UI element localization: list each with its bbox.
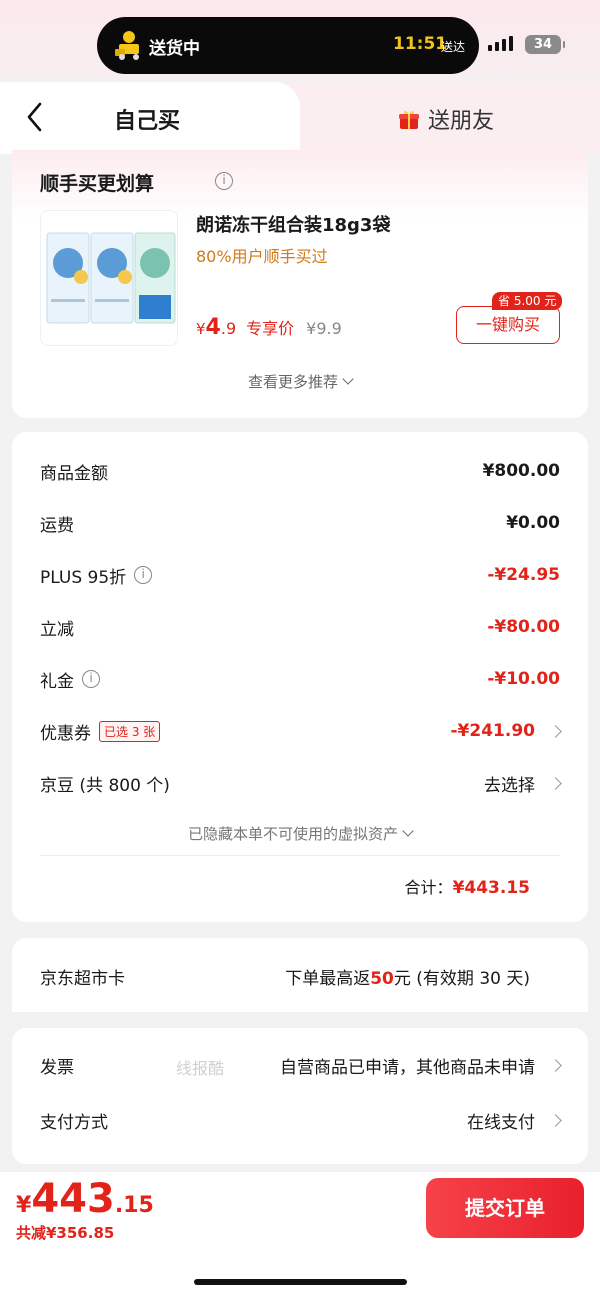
product-image[interactable] [40, 210, 178, 346]
gift-icon [399, 110, 419, 129]
product-bags-illustration [46, 232, 176, 324]
row-label: 优惠券 [40, 723, 91, 744]
total-amount: ¥443.15 [452, 878, 530, 898]
info-icon[interactable]: i [82, 670, 100, 688]
row-label: 商品金额 [40, 463, 108, 484]
exclusive-price-tag: 专享价 [246, 319, 295, 338]
delivery-status-text: 送货中 [149, 39, 200, 59]
price-currency: ¥ [196, 320, 206, 338]
one-click-buy-button[interactable]: 一键购买 [456, 306, 560, 344]
order-total: 合计：¥443.15 [405, 874, 530, 898]
hidden-assets-label: 已隐藏本单不可使用的虚拟资产 [187, 825, 398, 843]
original-price: ¥9.9 [306, 319, 342, 338]
chevron-right-icon [549, 776, 562, 790]
submit-order-button[interactable]: 提交订单 [426, 1178, 584, 1238]
total-savings: 共减¥356.85 [16, 1224, 115, 1242]
info-icon[interactable]: i [134, 566, 153, 584]
row-label: 立减 [40, 619, 74, 640]
dynamic-island[interactable]: 送货中 11:51 送达 [97, 17, 479, 74]
coupon-selected-badge: 已选 3 张 [99, 720, 161, 742]
price-details-card: 商品金额 ¥800.00 运费 ¥0.00 PLUS 95折 i -¥24.95 … [12, 432, 588, 922]
payment-method-label: 支付方式 [40, 1112, 108, 1133]
price-row-instant-discount: 立减 -¥80.00 [40, 612, 560, 642]
row-value: ¥0.00 [506, 513, 560, 533]
status-bar: 送货中 11:51 送达 34 [0, 0, 600, 78]
price-row-shipping: 运费 ¥0.00 [40, 508, 560, 538]
supermarket-card-value: 下单最高返50元 (有效期 30 天) [285, 969, 530, 989]
row-value: -¥80.00 [487, 617, 560, 637]
price-row-coupon[interactable]: 优惠券 已选 3 张 -¥241.90 [40, 716, 562, 746]
more-recommendations-link[interactable]: 查看更多推荐 [12, 371, 588, 392]
supermarket-card-row[interactable]: 京东超市卡 下单最高返50元 (有效期 30 天) [12, 938, 588, 1012]
recommendation-card: 顺手买更划算 i 朗诺冻干组合装18g3袋 80%用户顺手买过 ¥ 4 .9 专… [12, 150, 588, 418]
price-row-jd-beans[interactable]: 京豆 (共 800 个) 去选择 [40, 768, 562, 798]
info-icon[interactable]: i [215, 172, 233, 190]
delivery-time-suffix: 送达 [441, 40, 466, 54]
tab-self-buy-label: 自己买 [114, 109, 181, 134]
product-price: ¥ 4 .9 专享价 ¥9.9 [196, 315, 342, 340]
invoice-payment-card: 发票 自营商品已申请，其他商品未申请 支付方式 在线支付 [12, 1028, 588, 1164]
checkout-total: ¥ 443 .15 [16, 1176, 154, 1222]
more-recommendations-label: 查看更多推荐 [247, 373, 338, 391]
invoice-label: 发票 [40, 1057, 74, 1078]
tab-gift-friend-label: 送朋友 [428, 109, 495, 134]
battery-indicator: 34 [525, 35, 565, 54]
checkout-decimal: .15 [114, 1193, 154, 1218]
payment-method-row[interactable]: 支付方式 在线支付 [40, 1105, 562, 1135]
home-indicator[interactable] [194, 1279, 407, 1285]
delivery-time: 11:51 [393, 34, 448, 54]
row-label: 运费 [40, 515, 74, 536]
chevron-down-icon [342, 373, 354, 385]
price-row-plus-discount: PLUS 95折 i -¥24.95 [40, 560, 560, 590]
product-popularity: 80%用户顺手买过 [196, 247, 328, 266]
recommendation-title-text: 顺手买更划算 [40, 173, 155, 195]
back-arrow-icon[interactable] [24, 100, 46, 134]
recommendation-title: 顺手买更划算 i [40, 169, 233, 196]
row-value: -¥24.95 [487, 565, 560, 585]
chevron-right-icon [549, 1058, 562, 1072]
chevron-right-icon [549, 1113, 562, 1127]
total-label: 合计： [404, 878, 453, 897]
row-value: 去选择 [484, 775, 535, 796]
divider [40, 855, 560, 856]
row-label: 礼金 [40, 671, 74, 692]
chevron-right-icon [549, 724, 562, 738]
row-value: ¥800.00 [482, 461, 560, 481]
supermarket-card-label: 京东超市卡 [40, 969, 125, 989]
chevron-down-icon [402, 825, 414, 837]
row-value: -¥10.00 [487, 669, 560, 689]
purchase-mode-tabs: 自己买 送朋友 [0, 82, 600, 154]
delivery-courier-icon [115, 31, 139, 60]
product-name[interactable]: 朗诺冻干组合装18g3袋 [196, 211, 390, 237]
checkout-integer: 443 [31, 1176, 115, 1222]
payment-method-value: 在线支付 [467, 1112, 535, 1133]
savings-badge: 省 5.00 元 [492, 292, 563, 310]
invoice-row[interactable]: 发票 自营商品已申请，其他商品未申请 [40, 1050, 562, 1080]
price-decimal: .9 [220, 319, 237, 338]
invoice-value: 自营商品已申请，其他商品未申请 [280, 1057, 535, 1078]
cellular-signal-icon [488, 36, 513, 51]
tab-self-buy[interactable]: 自己买 [0, 82, 300, 154]
checkout-currency: ¥ [16, 1193, 32, 1218]
price-row-gift-money: 礼金 i -¥10.00 [40, 664, 560, 694]
row-value: -¥241.90 [450, 721, 536, 741]
cashback-amount: 50 [370, 969, 394, 989]
row-label: 京豆 (共 800 个) [40, 775, 170, 796]
row-label: PLUS 95折 [40, 567, 127, 588]
tab-gift-friend[interactable]: 送朋友 [398, 103, 494, 135]
price-row-goods-amount: 商品金额 ¥800.00 [40, 456, 560, 486]
price-integer: 4 [205, 315, 221, 340]
hidden-assets-toggle[interactable]: 已隐藏本单不可使用的虚拟资产 [12, 823, 588, 844]
